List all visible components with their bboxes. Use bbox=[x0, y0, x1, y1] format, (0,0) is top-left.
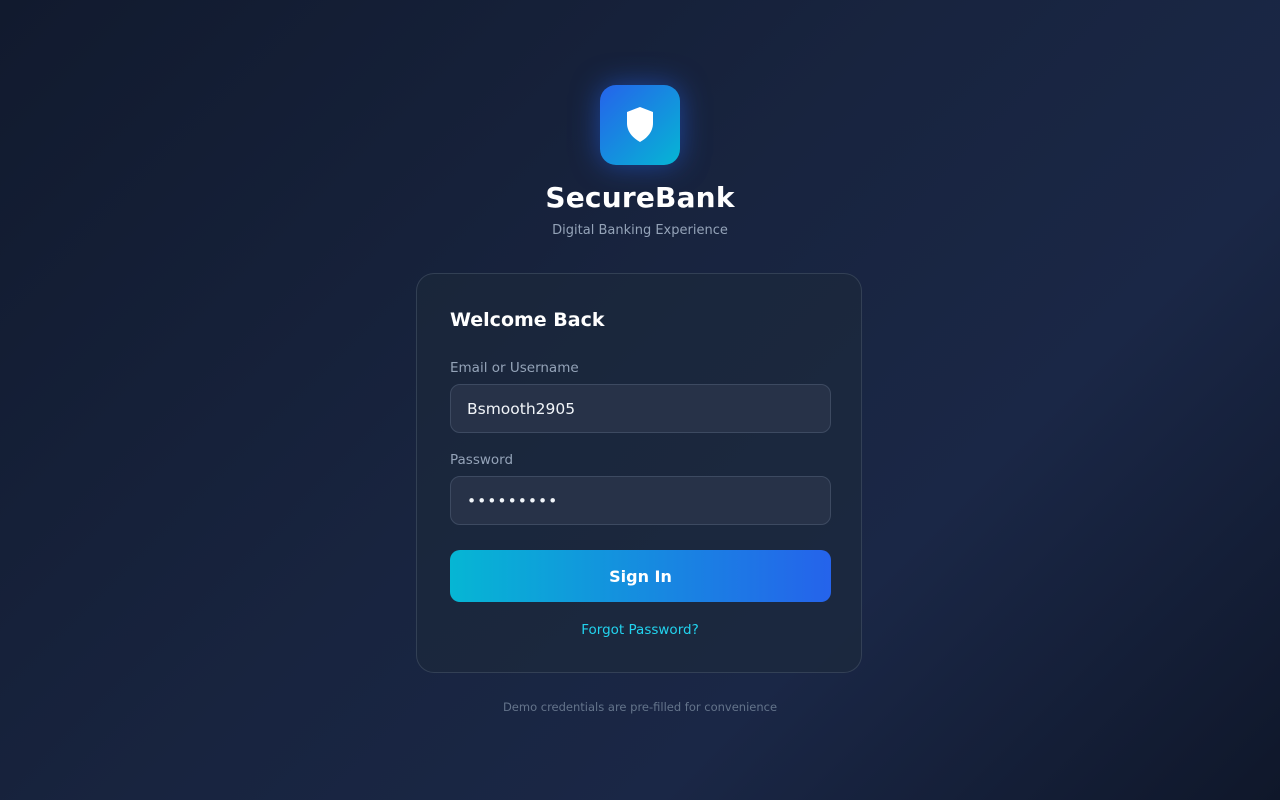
email-label: Email or Username bbox=[450, 360, 579, 376]
brand-tagline: Digital Banking Experience bbox=[552, 223, 728, 238]
shield-icon bbox=[625, 106, 655, 144]
password-field[interactable] bbox=[450, 476, 831, 525]
card-title: Welcome Back bbox=[450, 309, 605, 331]
brand-name: SecureBank bbox=[545, 181, 735, 214]
password-label: Password bbox=[450, 452, 514, 468]
login-card: Welcome Back Email or Username Password … bbox=[416, 273, 862, 673]
sign-in-button[interactable]: Sign In bbox=[450, 550, 831, 602]
email-field[interactable] bbox=[450, 384, 831, 433]
brand-logo bbox=[600, 85, 680, 165]
forgot-password-link[interactable]: Forgot Password? bbox=[417, 622, 863, 638]
demo-credentials-note: Demo credentials are pre-filled for conv… bbox=[502, 700, 778, 714]
login-page: SecureBank Digital Banking Experience We… bbox=[0, 0, 1280, 800]
